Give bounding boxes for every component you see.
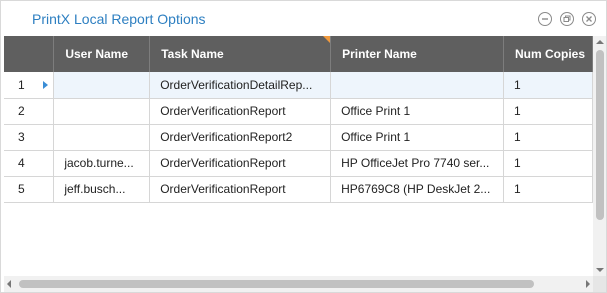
row-header-corner: [4, 36, 55, 72]
column-header-task-name[interactable]: Task Name: [149, 36, 332, 72]
restore-button[interactable]: [560, 12, 574, 26]
num-copies-cell[interactable]: 1: [503, 150, 593, 177]
vertical-scrollbar[interactable]: [593, 36, 606, 276]
num-copies-cell[interactable]: 1: [503, 72, 593, 99]
user-name-cell[interactable]: [53, 72, 151, 99]
user-name-cell[interactable]: [53, 124, 151, 151]
table-row[interactable]: 2 OrderVerificationReport Office Print 1…: [4, 98, 593, 125]
printer-name-cell[interactable]: Office Print 1: [330, 124, 505, 151]
column-header-printer-name[interactable]: Printer Name: [330, 36, 505, 72]
row-number-cell[interactable]: 4: [4, 150, 55, 177]
table-row[interactable]: 3 OrderVerificationReport2 Office Print …: [4, 124, 593, 151]
user-name-cell[interactable]: [53, 98, 151, 125]
scroll-up-arrow-icon[interactable]: [596, 40, 604, 44]
task-name-cell[interactable]: OrderVerificationDetailRep...: [149, 72, 332, 99]
table-row[interactable]: 5 jeff.busch... OrderVerificationReport …: [4, 176, 593, 203]
row-number-cell[interactable]: 5: [4, 176, 55, 203]
user-name-cell[interactable]: jacob.turne...: [53, 150, 151, 177]
row-number: 1: [18, 77, 25, 92]
num-copies-cell[interactable]: 1: [503, 98, 593, 125]
scroll-right-arrow-icon[interactable]: [586, 280, 590, 288]
printer-name-cell[interactable]: HP OfficeJet Pro 7740 ser...: [330, 150, 505, 177]
task-name-cell[interactable]: OrderVerificationReport: [149, 176, 332, 203]
task-name-cell[interactable]: OrderVerificationReport: [149, 150, 332, 177]
column-header-task-name-label: Task Name: [161, 47, 224, 61]
window-title: PrintX Local Report Options: [32, 11, 206, 27]
report-options-grid: User Name Task Name Printer Name Num Cop…: [4, 36, 593, 276]
task-name-cell[interactable]: OrderVerificationReport2: [149, 124, 332, 151]
task-name-cell[interactable]: OrderVerificationReport: [149, 98, 332, 125]
column-header-user-name[interactable]: User Name: [53, 36, 151, 72]
vertical-scroll-thumb[interactable]: [596, 50, 604, 220]
printer-name-cell[interactable]: HP6769C8 (HP DeskJet 2...: [330, 176, 505, 203]
horizontal-scroll-thumb[interactable]: [19, 280, 534, 288]
table-row[interactable]: 4 jacob.turne... OrderVerificationReport…: [4, 150, 593, 177]
header-row: User Name Task Name Printer Name Num Cop…: [4, 36, 593, 72]
close-button[interactable]: [582, 12, 596, 26]
num-copies-cell[interactable]: 1: [503, 176, 593, 203]
row-number-cell[interactable]: 1: [4, 72, 55, 99]
scroll-down-arrow-icon[interactable]: [596, 268, 604, 272]
scroll-left-arrow-icon[interactable]: [7, 280, 11, 288]
num-copies-cell[interactable]: 1: [503, 124, 593, 151]
row-number-cell[interactable]: 2: [4, 98, 55, 125]
user-name-cell[interactable]: jeff.busch...: [53, 176, 151, 203]
close-icon: [586, 16, 592, 22]
title-bar: PrintX Local Report Options: [1, 1, 606, 35]
table-row[interactable]: 1 OrderVerificationDetailRep... 1: [4, 72, 593, 99]
printer-name-cell[interactable]: Office Print 1: [330, 98, 505, 125]
report-options-window: PrintX Local Report Options User Name Ta…: [0, 0, 607, 293]
current-row-arrow-icon: [43, 81, 48, 89]
printer-name-cell[interactable]: [330, 72, 505, 99]
restore-icon: [563, 15, 571, 22]
minimize-button[interactable]: [538, 12, 552, 26]
row-number-cell[interactable]: 3: [4, 124, 55, 151]
horizontal-scrollbar[interactable]: [4, 276, 593, 292]
sort-marker-icon: [323, 36, 330, 44]
column-header-num-copies[interactable]: Num Copies: [503, 36, 593, 72]
scrollbar-corner: [593, 276, 606, 292]
minimize-icon: [542, 18, 548, 20]
report-options-table: User Name Task Name Printer Name Num Cop…: [4, 36, 593, 203]
